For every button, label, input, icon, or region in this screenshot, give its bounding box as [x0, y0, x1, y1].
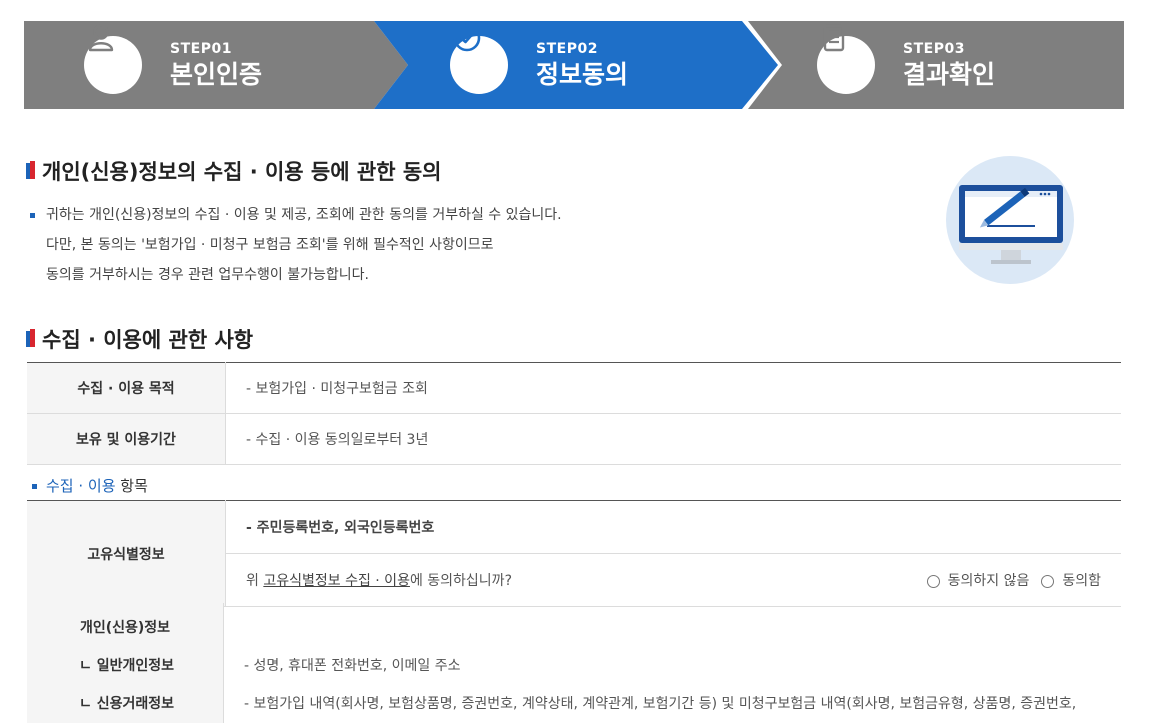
document-icon — [817, 24, 875, 94]
credit-info-value: - 보험가입 내역(회사명, 보험상품명, 증권번호, 계약상태, 계약관계, … — [244, 696, 1077, 712]
purpose-value: - 보험가입 · 미청구보험금 조회 — [225, 362, 1121, 414]
consent-question-suffix: 에 동의하십니까? — [409, 573, 512, 589]
check-circle-icon — [450, 24, 508, 94]
radio-disagree-label[interactable]: 동의하지 않음 — [948, 573, 1030, 589]
collection-info-table: 수집 · 이용 목적 - 보험가입 · 미청구보험금 조회 보유 및 이용기간 … — [27, 362, 1121, 465]
radio-agree-label[interactable]: 동의함 — [1062, 573, 1101, 589]
unique-id-consent-row: 위 고유식별정보 수집 · 이용에 동의하십니까? 동의하지 않음 동의함 — [225, 553, 1121, 607]
items-subtitle-rest: 항목 — [115, 477, 148, 495]
radio-disagree[interactable] — [926, 574, 940, 588]
unique-id-table: 고유식별정보 - 주민등록번호, 외국인등록번호 위 고유식별정보 수집 · 이… — [27, 500, 1121, 607]
purpose-header: 수집 · 이용 목적 — [27, 362, 226, 414]
step-3: STEP03 결과확인 — [817, 21, 995, 109]
step-1: STEP01 본인인증 — [84, 21, 262, 109]
step-2-name: 정보동의 — [536, 60, 629, 89]
unique-id-header: 고유식별정보 — [27, 500, 226, 607]
section-title-collection: 수집 · 이용에 관한 사항 — [26, 324, 253, 354]
step-1-name: 본인인증 — [170, 60, 263, 89]
consent-notice: 귀하는 개인(신용)정보의 수집 · 이용 및 제공, 조회에 관한 동의를 거… — [30, 200, 562, 290]
unique-id-value: - 주민등록번호, 외국인등록번호 — [225, 500, 1121, 554]
consent-radio-group: 동의하지 않음 동의함 — [915, 570, 1101, 590]
notice-line-3: 동의를 거부하시는 경우 관련 업무수행이 불가능합니다. — [46, 267, 369, 283]
step-progress-bar: STEP01 본인인증 STEP02 정보동의 STEP03 결과확인 — [24, 21, 1124, 109]
table-row: 보유 및 이용기간 - 수집 · 이용 동의일로부터 3년 — [27, 413, 1121, 465]
table-row: 고유식별정보 - 주민등록번호, 외국인등록번호 — [27, 500, 1121, 607]
section-title-consent-text: 개인(신용)정보의 수집 · 이용 등에 관한 동의 — [42, 160, 442, 184]
retention-value: - 수집 · 이용 동의일로부터 3년 — [225, 413, 1121, 465]
step-2-label: STEP02 — [536, 41, 598, 57]
bullet-icon — [30, 213, 35, 218]
section-title-collection-text: 수집 · 이용에 관한 사항 — [42, 328, 254, 352]
step-1-label: STEP01 — [170, 41, 232, 57]
radio-agree[interactable] — [1041, 574, 1055, 588]
notice-line-1: 귀하는 개인(신용)정보의 수집 · 이용 및 제공, 조회에 관한 동의를 거… — [46, 207, 562, 223]
step-3-name: 결과확인 — [903, 60, 996, 89]
monitor-pen-illustration — [945, 155, 1075, 285]
retention-header: 보유 및 이용기간 — [27, 413, 226, 465]
section-flag-icon — [26, 161, 36, 181]
step-3-label: STEP03 — [903, 41, 965, 57]
person-icon — [84, 24, 142, 94]
consent-question-prefix: 위 — [246, 573, 264, 589]
items-subtitle: 수집 · 이용 항목 — [32, 475, 148, 496]
section-flag-icon — [26, 329, 36, 349]
bullet-icon — [32, 484, 37, 489]
items-subtitle-blue: 수집 · 이용 — [46, 477, 116, 495]
credit-info-header: ㄴ 신용거래정보 — [79, 696, 175, 712]
section-title-consent: 개인(신용)정보의 수집 · 이용 등에 관한 동의 — [26, 156, 441, 186]
step-2: STEP02 정보동의 — [450, 21, 628, 109]
general-info-header: ㄴ 일반개인정보 — [79, 658, 175, 674]
personal-info-section: 개인(신용)정보 ㄴ 일반개인정보 - 성명, 휴대폰 전화번호, 이메일 주소… — [27, 603, 1121, 723]
consent-question-link[interactable]: 고유식별정보 수집 · 이용 — [263, 573, 410, 589]
table-row: 수집 · 이용 목적 - 보험가입 · 미청구보험금 조회 — [27, 362, 1121, 414]
general-info-value: - 성명, 휴대폰 전화번호, 이메일 주소 — [244, 658, 461, 674]
notice-line-2: 다만, 본 동의는 '보험가입 · 미청구 보험금 조회'를 위해 필수적인 사… — [46, 237, 494, 253]
personal-info-header: 개인(신용)정보 — [79, 620, 171, 636]
